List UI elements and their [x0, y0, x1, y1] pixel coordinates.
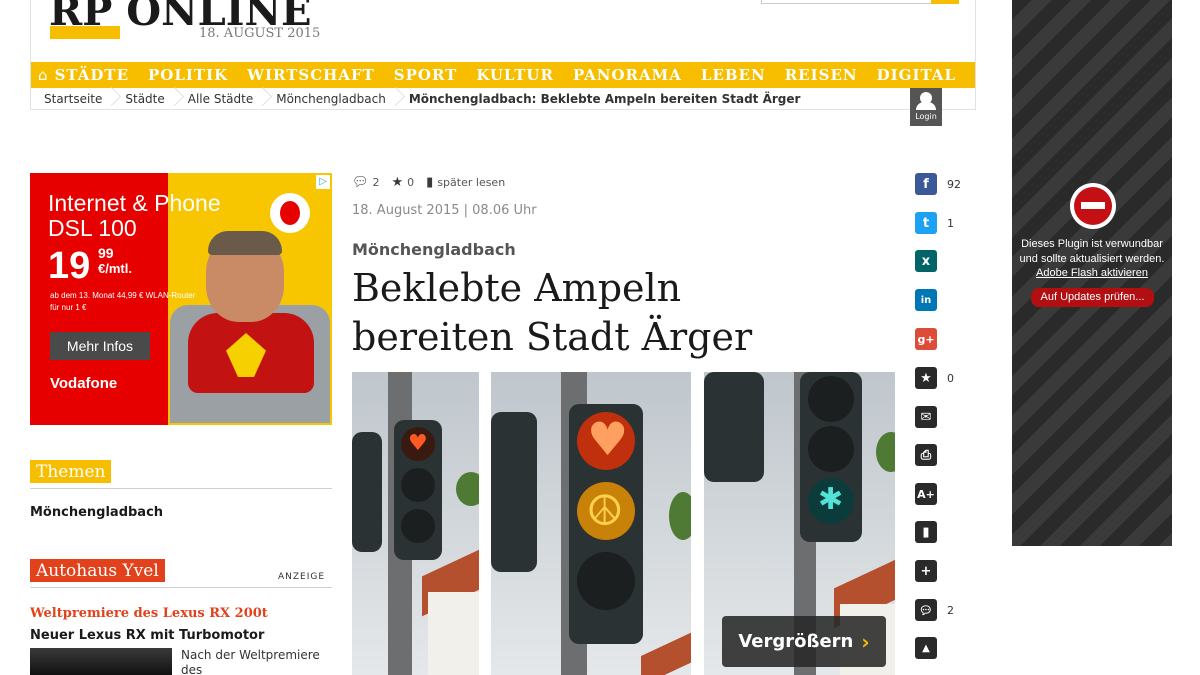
traffic-light-side — [352, 432, 382, 552]
article-kicker: Mönchengladbach — [352, 240, 516, 259]
themen-label: Themen — [30, 460, 112, 483]
comment-share-count: 2 — [947, 604, 954, 617]
star-share-count: 0 — [947, 372, 954, 385]
check-updates-button[interactable]: Auf Updates prüfen... — [1031, 288, 1154, 307]
google-plus-icon[interactable]: g+ — [915, 328, 937, 350]
blocked-icon-bar — [1081, 202, 1105, 209]
ad-title: Internet & Phone DSL 100 — [48, 190, 221, 241]
vodafone-logo-icon — [270, 193, 310, 233]
font-size-icon[interactable]: A+ — [915, 483, 937, 505]
header-date: 18. AUGUST 2015 — [199, 26, 321, 41]
nav-item-leben[interactable]: LEBEN — [701, 66, 766, 84]
nav-item-panorama[interactable]: PANORAMA — [573, 66, 682, 84]
breadcrumb-item[interactable]: Alle Städte — [175, 92, 263, 106]
enlarge-label: Vergrößern — [738, 631, 854, 652]
blocked-icon — [1070, 183, 1116, 229]
facebook-count: 92 — [947, 178, 961, 191]
plugin-message: Dieses Plugin ist verwundbar und sollte … — [1019, 238, 1165, 265]
adchoices-icon[interactable]: ▷ — [316, 175, 330, 189]
nav-item-sport[interactable]: SPORT — [394, 66, 458, 84]
article-photo-heart[interactable]: ♥ — [352, 372, 479, 675]
article-date: 18. August 2015 | 08.06 Uhr — [352, 203, 537, 218]
twitter-icon[interactable]: t — [915, 212, 937, 234]
star-icon[interactable]: ★ — [915, 367, 937, 389]
sponsored-subtitle[interactable]: Neuer Lexus RX mit Turbomotor — [30, 628, 264, 643]
article-headline: Beklebte Ampeln bereiten Stadt Ärger — [352, 266, 753, 359]
sponsored-title[interactable]: Weltpremiere des Lexus RX 200t — [30, 606, 268, 621]
article-photo-peace[interactable]: ♥ ☮ — [491, 372, 691, 675]
themen-link-moenchengladbach[interactable]: Mönchengladbach — [30, 505, 163, 520]
nav-item-digital[interactable]: DIGITAL — [877, 66, 956, 84]
site-header: RP ONLINE 18. AUGUST 2015 ⌂ STÄDTE POLIT… — [30, 0, 976, 126]
star-icon[interactable]: ★ — [392, 175, 404, 190]
nav-item-staedte[interactable]: STÄDTE — [55, 66, 129, 84]
xing-icon[interactable]: x — [915, 250, 937, 272]
article-meta: 💬︎ 2 ★ 0 ▮ später lesen — [352, 175, 517, 190]
heart-icon: ♥ — [408, 431, 428, 456]
ad-brand: Vodafone — [50, 375, 118, 392]
breadcrumb-item[interactable]: Mönchengladbach — [263, 92, 396, 106]
traffic-light-side — [704, 372, 764, 482]
ad-fineprint: ab dem 13. Monat 44,99 € WLAN-Router für… — [50, 291, 196, 312]
nav-item-politik[interactable]: POLITIK — [148, 66, 228, 84]
heart-icon: ♥ — [587, 412, 629, 466]
vodafone-ad[interactable]: ▷ Internet & Phone DSL 100 19 99 €/mtl. … — [30, 173, 332, 425]
star-count: 0 — [407, 176, 415, 189]
login-button[interactable]: Login — [910, 88, 942, 126]
page: RP ONLINE 18. AUGUST 2015 ⌂ STÄDTE POLIT… — [0, 0, 1200, 675]
photo-house — [428, 592, 479, 675]
search-button[interactable] — [931, 0, 959, 4]
nav-item-wirtschaft[interactable]: WIRTSCHAFT — [247, 66, 375, 84]
comment-icon[interactable]: 💬︎ — [352, 175, 369, 190]
linkedin-icon[interactable]: in — [915, 289, 937, 311]
red-lamp — [808, 376, 854, 422]
enlarge-button[interactable]: Vergrößern › — [722, 616, 886, 667]
ad-price: 19 — [48, 245, 91, 287]
ad-price-cents: 99 — [98, 245, 114, 261]
comment-icon[interactable]: 💬︎ — [915, 599, 937, 621]
chevron-right-icon: › — [861, 629, 870, 654]
anzeige-label: ANZEIGE — [278, 572, 326, 582]
activate-flash-link[interactable]: Adobe Flash aktivieren — [1012, 267, 1172, 279]
ad-price-unit: €/mtl. — [98, 261, 132, 276]
amber-lamp — [808, 426, 854, 472]
autohaus-divider — [30, 587, 332, 588]
twitter-count: 1 — [947, 217, 954, 230]
print-icon[interactable]: ⎙ — [915, 444, 937, 466]
read-later-link[interactable]: später lesen — [437, 176, 505, 189]
plus-icon[interactable]: + — [915, 560, 937, 582]
autohaus-label: Autohaus Yvel — [30, 559, 165, 582]
breadcrumb: Startseite Städte Alle Städte Mönchengla… — [31, 88, 975, 110]
photo-tree — [669, 492, 691, 540]
sponsored-text: Nach der Weltpremiere des — [181, 648, 320, 675]
scroll-top-icon[interactable]: ▲ — [915, 637, 937, 659]
main-nav: ⌂ STÄDTE POLITIK WIRTSCHAFT SPORT KULTUR… — [31, 62, 975, 88]
themen-divider — [30, 488, 332, 489]
amber-lamp — [401, 468, 435, 502]
home-icon[interactable]: ⌂ — [31, 62, 55, 88]
search-input[interactable] — [761, 0, 959, 4]
peace-icon: ☮ — [586, 486, 624, 535]
sponsored-image[interactable] — [30, 648, 172, 675]
leaf-icon: ✱ — [818, 482, 844, 517]
login-label: Login — [915, 112, 937, 121]
bookmark-icon[interactable]: ▮ — [915, 521, 937, 543]
photo-tree — [456, 472, 479, 506]
mail-icon[interactable]: ✉ — [915, 406, 937, 428]
green-lamp — [577, 552, 635, 610]
breadcrumb-item[interactable]: Städte — [112, 92, 174, 106]
nav-item-reisen[interactable]: REISEN — [785, 66, 858, 84]
breadcrumb-current: Mönchengladbach: Beklebte Ampeln bereite… — [408, 92, 801, 106]
bookmark-icon[interactable]: ▮ — [426, 175, 433, 190]
ad-more-info-button[interactable]: Mehr Infos — [50, 332, 150, 360]
nav-item-kultur[interactable]: KULTUR — [476, 66, 554, 84]
breadcrumb-item[interactable]: Startseite — [31, 92, 112, 106]
comment-count: 2 — [372, 176, 380, 189]
user-icon-body — [916, 102, 936, 110]
green-lamp — [401, 509, 435, 543]
traffic-light-side — [491, 412, 537, 572]
facebook-icon[interactable]: f — [915, 173, 937, 195]
